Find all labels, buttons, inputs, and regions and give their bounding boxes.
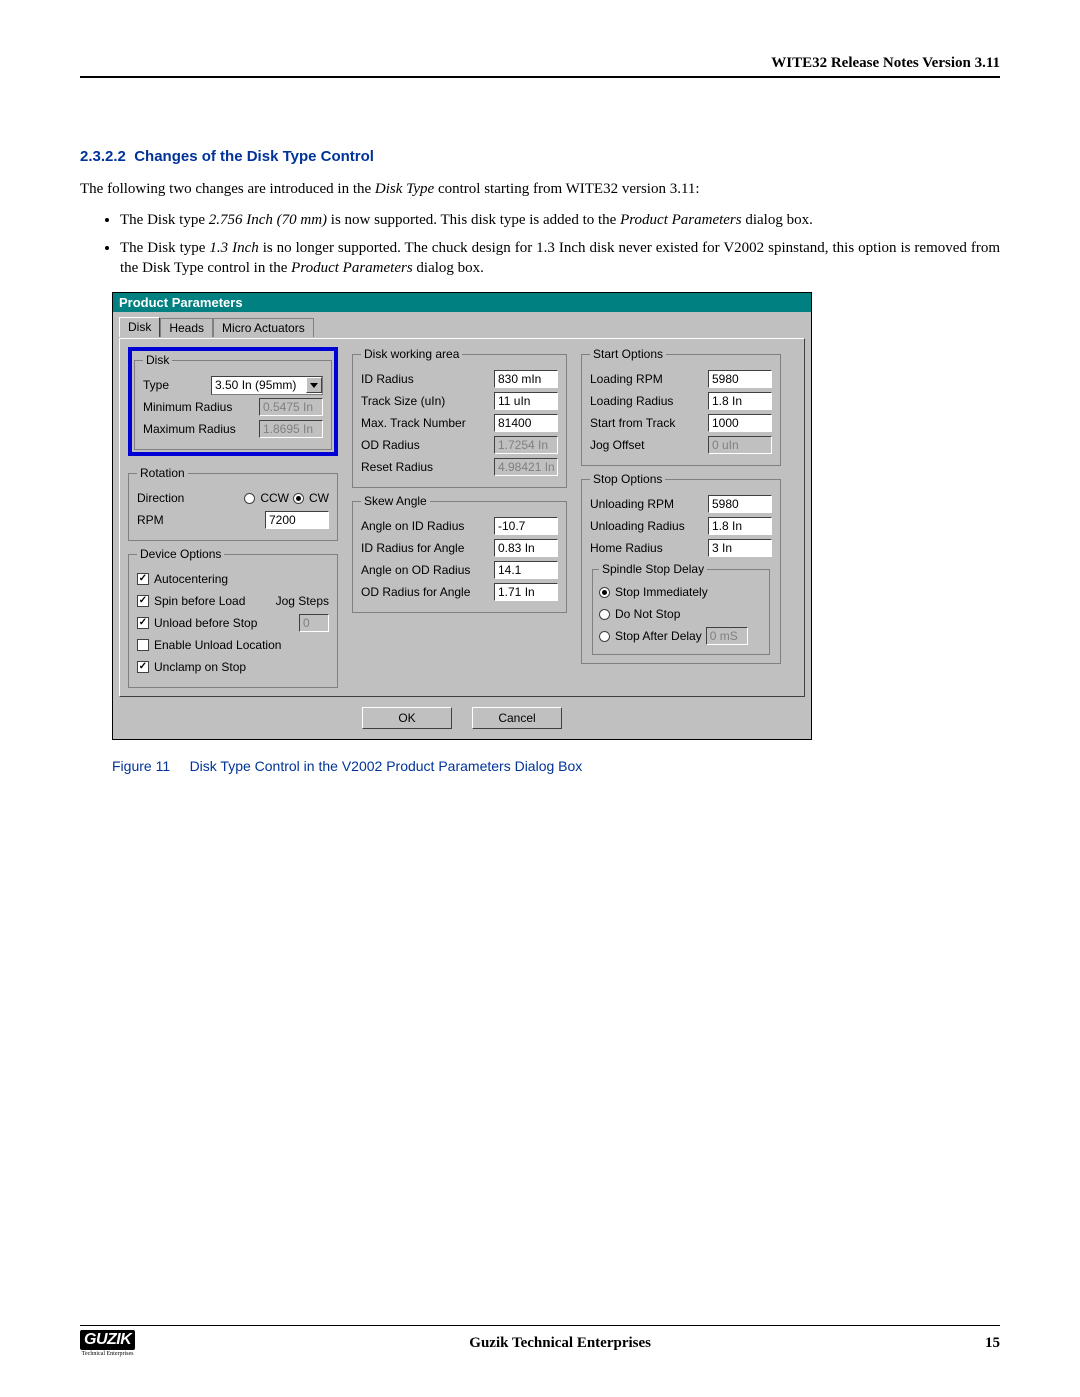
list-item: The Disk type 1.3 Inch is no longer supp…	[120, 238, 1000, 279]
max-track-number-label: Max. Track Number	[361, 416, 490, 430]
type-label: Type	[143, 378, 207, 392]
rpm-label: RPM	[137, 513, 261, 527]
jog-offset-input	[708, 436, 772, 454]
jog-steps-label: Jog Steps	[276, 594, 329, 608]
unloading-radius-label: Unloading Radius	[590, 519, 704, 533]
rotation-legend: Rotation	[137, 466, 188, 480]
tab-strip: Disk Heads Micro Actuators	[119, 316, 805, 336]
start-options-group: Start Options Loading RPM Loading Radius…	[581, 347, 781, 466]
ccw-radio[interactable]: CCW	[244, 491, 289, 505]
od-radius-label: OD Radius	[361, 438, 490, 452]
logo-subtitle: Technical Enterprises	[80, 1351, 135, 1357]
reset-radius-label: Reset Radius	[361, 460, 490, 474]
cw-radio[interactable]: CW	[293, 491, 329, 505]
unclamp-on-stop-checkbox[interactable]: Unclamp on Stop	[137, 660, 246, 674]
track-size-label: Track Size (uIn)	[361, 394, 490, 408]
do-not-stop-radio[interactable]: Do Not Stop	[599, 607, 680, 621]
footer-company: Guzik Technical Enterprises	[135, 1335, 985, 1352]
start-legend: Start Options	[590, 347, 666, 361]
od-radius-angle-input[interactable]	[494, 583, 558, 601]
min-radius-input	[259, 398, 323, 416]
disk-working-area-group: Disk working area ID Radius Track Size (…	[352, 347, 567, 488]
rpm-input[interactable]	[265, 511, 329, 529]
stop-options-group: Stop Options Unloading RPM Unloading Rad…	[581, 472, 781, 664]
cancel-button[interactable]: Cancel	[472, 707, 562, 729]
figure-caption: Figure 11 Disk Type Control in the V2002…	[112, 758, 1000, 774]
spindle-stop-delay-group: Spindle Stop Delay Stop Immediately Do N…	[592, 562, 770, 655]
max-radius-label: Maximum Radius	[143, 422, 255, 436]
spin-before-load-checkbox[interactable]: Spin before Load	[137, 594, 245, 608]
section-heading: 2.3.2.2 Changes of the Disk Type Control	[80, 148, 1000, 165]
loading-radius-input[interactable]	[708, 392, 772, 410]
disk-group: Disk Type 3.50 In (95mm) Minimum Radius	[134, 353, 332, 450]
section-number: 2.3.2.2	[80, 148, 126, 165]
max-radius-input	[259, 420, 323, 438]
section-title: Changes of the Disk Type Control	[134, 148, 374, 165]
chevron-down-icon[interactable]	[306, 377, 322, 393]
loading-rpm-label: Loading RPM	[590, 372, 704, 386]
tab-content: Disk Type 3.50 In (95mm) Minimum Radius	[119, 338, 805, 697]
dialog-titlebar: Product Parameters	[113, 293, 811, 312]
tab-disk[interactable]: Disk	[119, 317, 160, 337]
id-radius-label: ID Radius	[361, 372, 490, 386]
jog-offset-label: Jog Offset	[590, 438, 704, 452]
unloading-rpm-input[interactable]	[708, 495, 772, 513]
unloading-rpm-label: Unloading RPM	[590, 497, 704, 511]
spindle-stop-delay-legend: Spindle Stop Delay	[599, 562, 707, 576]
direction-label: Direction	[137, 491, 240, 505]
ok-button[interactable]: OK	[362, 707, 452, 729]
stop-after-delay-radio[interactable]: Stop After Delay	[599, 629, 702, 643]
id-radius-angle-input[interactable]	[494, 539, 558, 557]
figure-text: Disk Type Control in the V2002 Product P…	[190, 758, 583, 774]
disk-type-select[interactable]: 3.50 In (95mm)	[211, 376, 323, 395]
tab-micro-actuators[interactable]: Micro Actuators	[213, 318, 314, 337]
device-options-group: Device Options Autocentering Spin before…	[128, 547, 338, 688]
loading-rpm-input[interactable]	[708, 370, 772, 388]
od-radius-input	[494, 436, 558, 454]
stop-immediately-radio[interactable]: Stop Immediately	[599, 585, 708, 599]
list-item: The Disk type 2.756 Inch (70 mm) is now …	[120, 210, 1000, 230]
angle-id-input[interactable]	[494, 517, 558, 535]
product-parameters-dialog: Product Parameters Disk Heads Micro Actu…	[112, 292, 812, 740]
logo: GUZIK Technical Enterprises	[80, 1330, 135, 1357]
id-radius-angle-label: ID Radius for Angle	[361, 541, 490, 555]
od-radius-angle-label: OD Radius for Angle	[361, 585, 490, 599]
loading-radius-label: Loading Radius	[590, 394, 704, 408]
page-footer: GUZIK Technical Enterprises Guzik Techni…	[80, 1325, 1000, 1357]
logo-text: GUZIK	[80, 1330, 135, 1350]
id-radius-input[interactable]	[494, 370, 558, 388]
unloading-radius-input[interactable]	[708, 517, 772, 535]
stop-legend: Stop Options	[590, 472, 665, 486]
intro-paragraph: The following two changes are introduced…	[80, 180, 1000, 200]
unload-before-stop-checkbox[interactable]: Unload before Stop	[137, 616, 257, 630]
disk-type-value: 3.50 In (95mm)	[215, 378, 296, 392]
skew-legend: Skew Angle	[361, 494, 430, 508]
page-number: 15	[985, 1335, 1000, 1352]
device-options-legend: Device Options	[137, 547, 224, 561]
jog-steps-input	[299, 614, 329, 632]
angle-id-label: Angle on ID Radius	[361, 519, 490, 533]
skew-angle-group: Skew Angle Angle on ID Radius ID Radius …	[352, 494, 567, 613]
start-from-track-label: Start from Track	[590, 416, 704, 430]
page-header: WITE32 Release Notes Version 3.11	[80, 55, 1000, 78]
autocentering-checkbox[interactable]: Autocentering	[137, 572, 228, 586]
home-radius-input[interactable]	[708, 539, 772, 557]
tab-heads[interactable]: Heads	[160, 318, 213, 337]
disk-legend: Disk	[143, 353, 172, 367]
enable-unload-location-checkbox[interactable]: Enable Unload Location	[137, 638, 281, 652]
reset-radius-input	[494, 458, 558, 476]
angle-od-label: Angle on OD Radius	[361, 563, 490, 577]
start-from-track-input[interactable]	[708, 414, 772, 432]
disk-group-highlight: Disk Type 3.50 In (95mm) Minimum Radius	[128, 347, 338, 456]
min-radius-label: Minimum Radius	[143, 400, 255, 414]
angle-od-input[interactable]	[494, 561, 558, 579]
home-radius-label: Home Radius	[590, 541, 704, 555]
rotation-group: Rotation Direction CCW CW RPM	[128, 466, 338, 541]
figure-label: Figure 11	[112, 758, 170, 774]
track-size-input[interactable]	[494, 392, 558, 410]
change-list: The Disk type 2.756 Inch (70 mm) is now …	[120, 210, 1000, 279]
stop-after-delay-input	[706, 627, 748, 645]
max-track-number-input[interactable]	[494, 414, 558, 432]
work-legend: Disk working area	[361, 347, 462, 361]
